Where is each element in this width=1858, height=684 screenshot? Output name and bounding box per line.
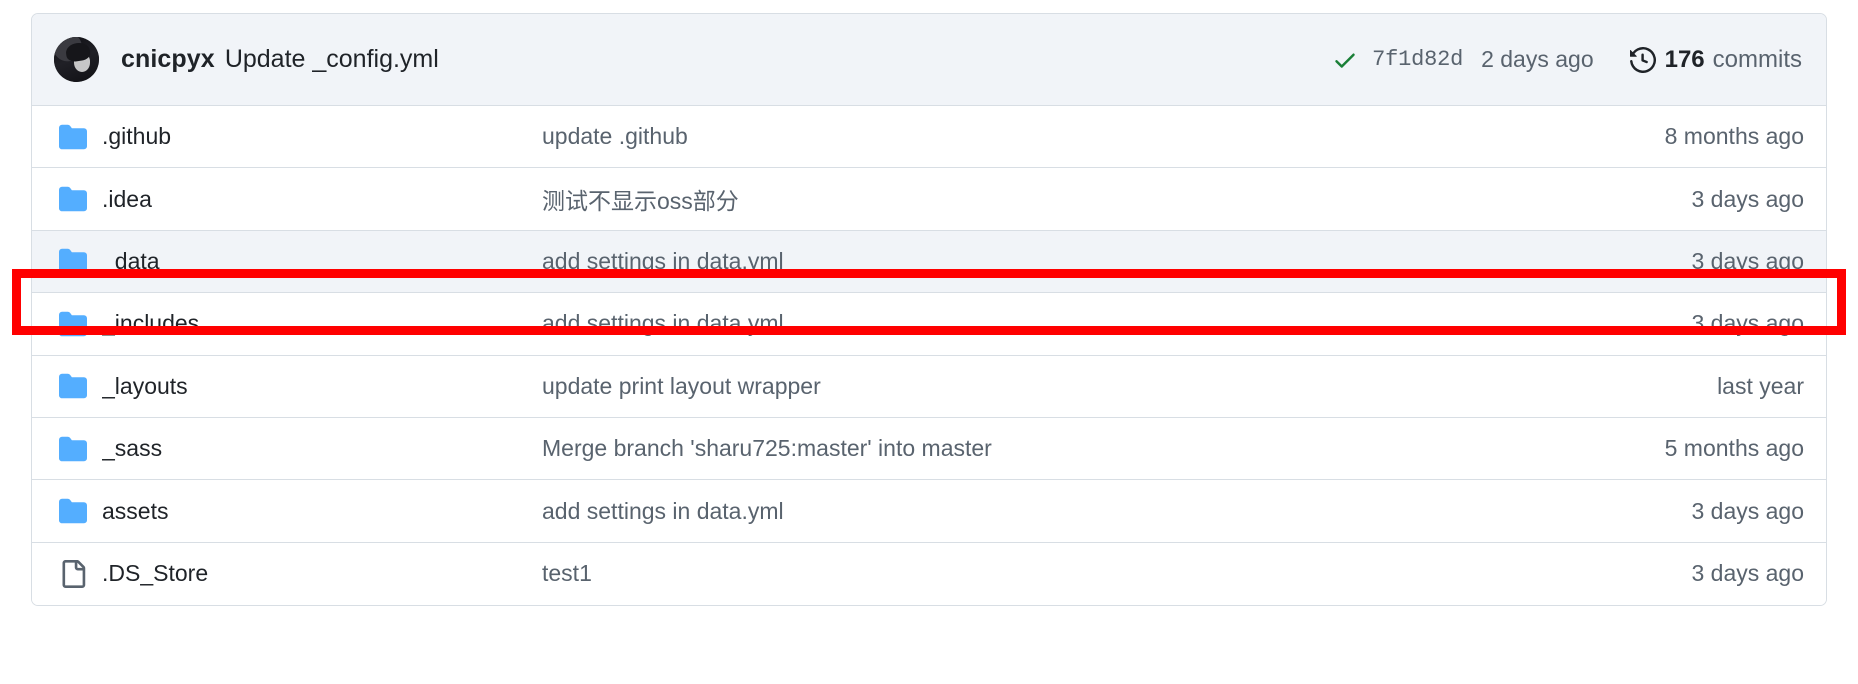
- screenshot-stage: cnicpyx Update _config.yml 7f1d82d 2 day…: [0, 0, 1858, 684]
- commit-meta: 7f1d82d 2 days ago 176 commits: [1332, 46, 1802, 74]
- file-commit-date: 3 days ago: [1691, 247, 1804, 274]
- file-name-link[interactable]: _sass: [102, 435, 542, 462]
- avatar[interactable]: [54, 37, 99, 82]
- commits-count-value: 176: [1664, 45, 1705, 73]
- file-commit-date: 3 days ago: [1691, 185, 1804, 212]
- table-row[interactable]: .idea 测试不显示oss部分 3 days ago: [32, 168, 1826, 231]
- file-name-link[interactable]: _includes: [102, 310, 542, 337]
- file-commit-date: 8 months ago: [1664, 123, 1804, 150]
- file-name-link[interactable]: _layouts: [102, 373, 542, 400]
- file-name-link[interactable]: .DS_Store: [102, 560, 542, 587]
- file-commit-date: 5 months ago: [1664, 435, 1804, 462]
- file-name-link[interactable]: _data: [102, 248, 542, 275]
- table-row[interactable]: _data add settings in data.yml 3 days ago: [32, 230, 1826, 294]
- file-commit-message[interactable]: add settings in data.yml: [542, 498, 1496, 525]
- folder-icon: [32, 310, 102, 338]
- table-row[interactable]: _layouts update print layout wrapper last …: [32, 355, 1826, 418]
- table-row[interactable]: .github update .github 8 months ago: [32, 106, 1826, 169]
- commits-count-link[interactable]: 176 commits: [1629, 45, 1802, 74]
- latest-commit-header: cnicpyx Update _config.yml 7f1d82d 2 day…: [32, 14, 1826, 106]
- file-name-link[interactable]: .github: [102, 123, 542, 150]
- table-row[interactable]: _sass Merge branch 'sharu725:master' into…: [32, 417, 1826, 481]
- folder-icon: [32, 435, 102, 463]
- file-commit-message[interactable]: update print layout wrapper: [542, 373, 1496, 400]
- commit-sha[interactable]: 7f1d82d: [1372, 47, 1463, 72]
- file-commit-message[interactable]: add settings in data.yml: [542, 310, 1496, 337]
- table-row[interactable]: _includes add settings in data.yml 3 days …: [32, 293, 1826, 356]
- file-commit-message[interactable]: test1: [542, 560, 1496, 587]
- table-row[interactable]: .DS_Store test1 3 days ago: [32, 542, 1826, 606]
- file-name-link[interactable]: .idea: [102, 186, 542, 213]
- file-commit-date: 3 days ago: [1691, 497, 1804, 524]
- file-commit-message[interactable]: update .github: [542, 123, 1496, 150]
- file-name-link[interactable]: assets: [102, 498, 542, 525]
- commit-author-link[interactable]: cnicpyx: [121, 45, 215, 74]
- file-commit-message[interactable]: add settings in data.yml: [542, 248, 1496, 275]
- file-commit-message[interactable]: 测试不显示oss部分: [542, 182, 1496, 216]
- commit-message-link[interactable]: Update _config.yml: [225, 45, 439, 74]
- file-icon: [32, 559, 102, 588]
- file-list: .github update .github 8 months ago .idea 测试…: [32, 106, 1826, 606]
- repository-file-table: cnicpyx Update _config.yml 7f1d82d 2 day…: [31, 13, 1827, 607]
- table-row[interactable]: assets add settings in data.yml 3 days ago: [32, 480, 1826, 543]
- folder-icon: [32, 497, 102, 525]
- file-commit-date: 3 days ago: [1691, 310, 1804, 337]
- commit-timestamp: 2 days ago: [1481, 46, 1594, 72]
- file-commit-date: 3 days ago: [1691, 560, 1804, 587]
- folder-icon: [32, 247, 102, 275]
- history-icon: [1629, 46, 1656, 73]
- folder-icon: [32, 123, 102, 151]
- file-commit-message[interactable]: Merge branch 'sharu725:master' into mast…: [542, 435, 1496, 462]
- file-commit-date: last year: [1717, 372, 1804, 399]
- commits-count-label: commits: [1712, 45, 1802, 73]
- folder-icon: [32, 372, 102, 400]
- folder-icon: [32, 185, 102, 213]
- check-icon[interactable]: [1332, 47, 1358, 73]
